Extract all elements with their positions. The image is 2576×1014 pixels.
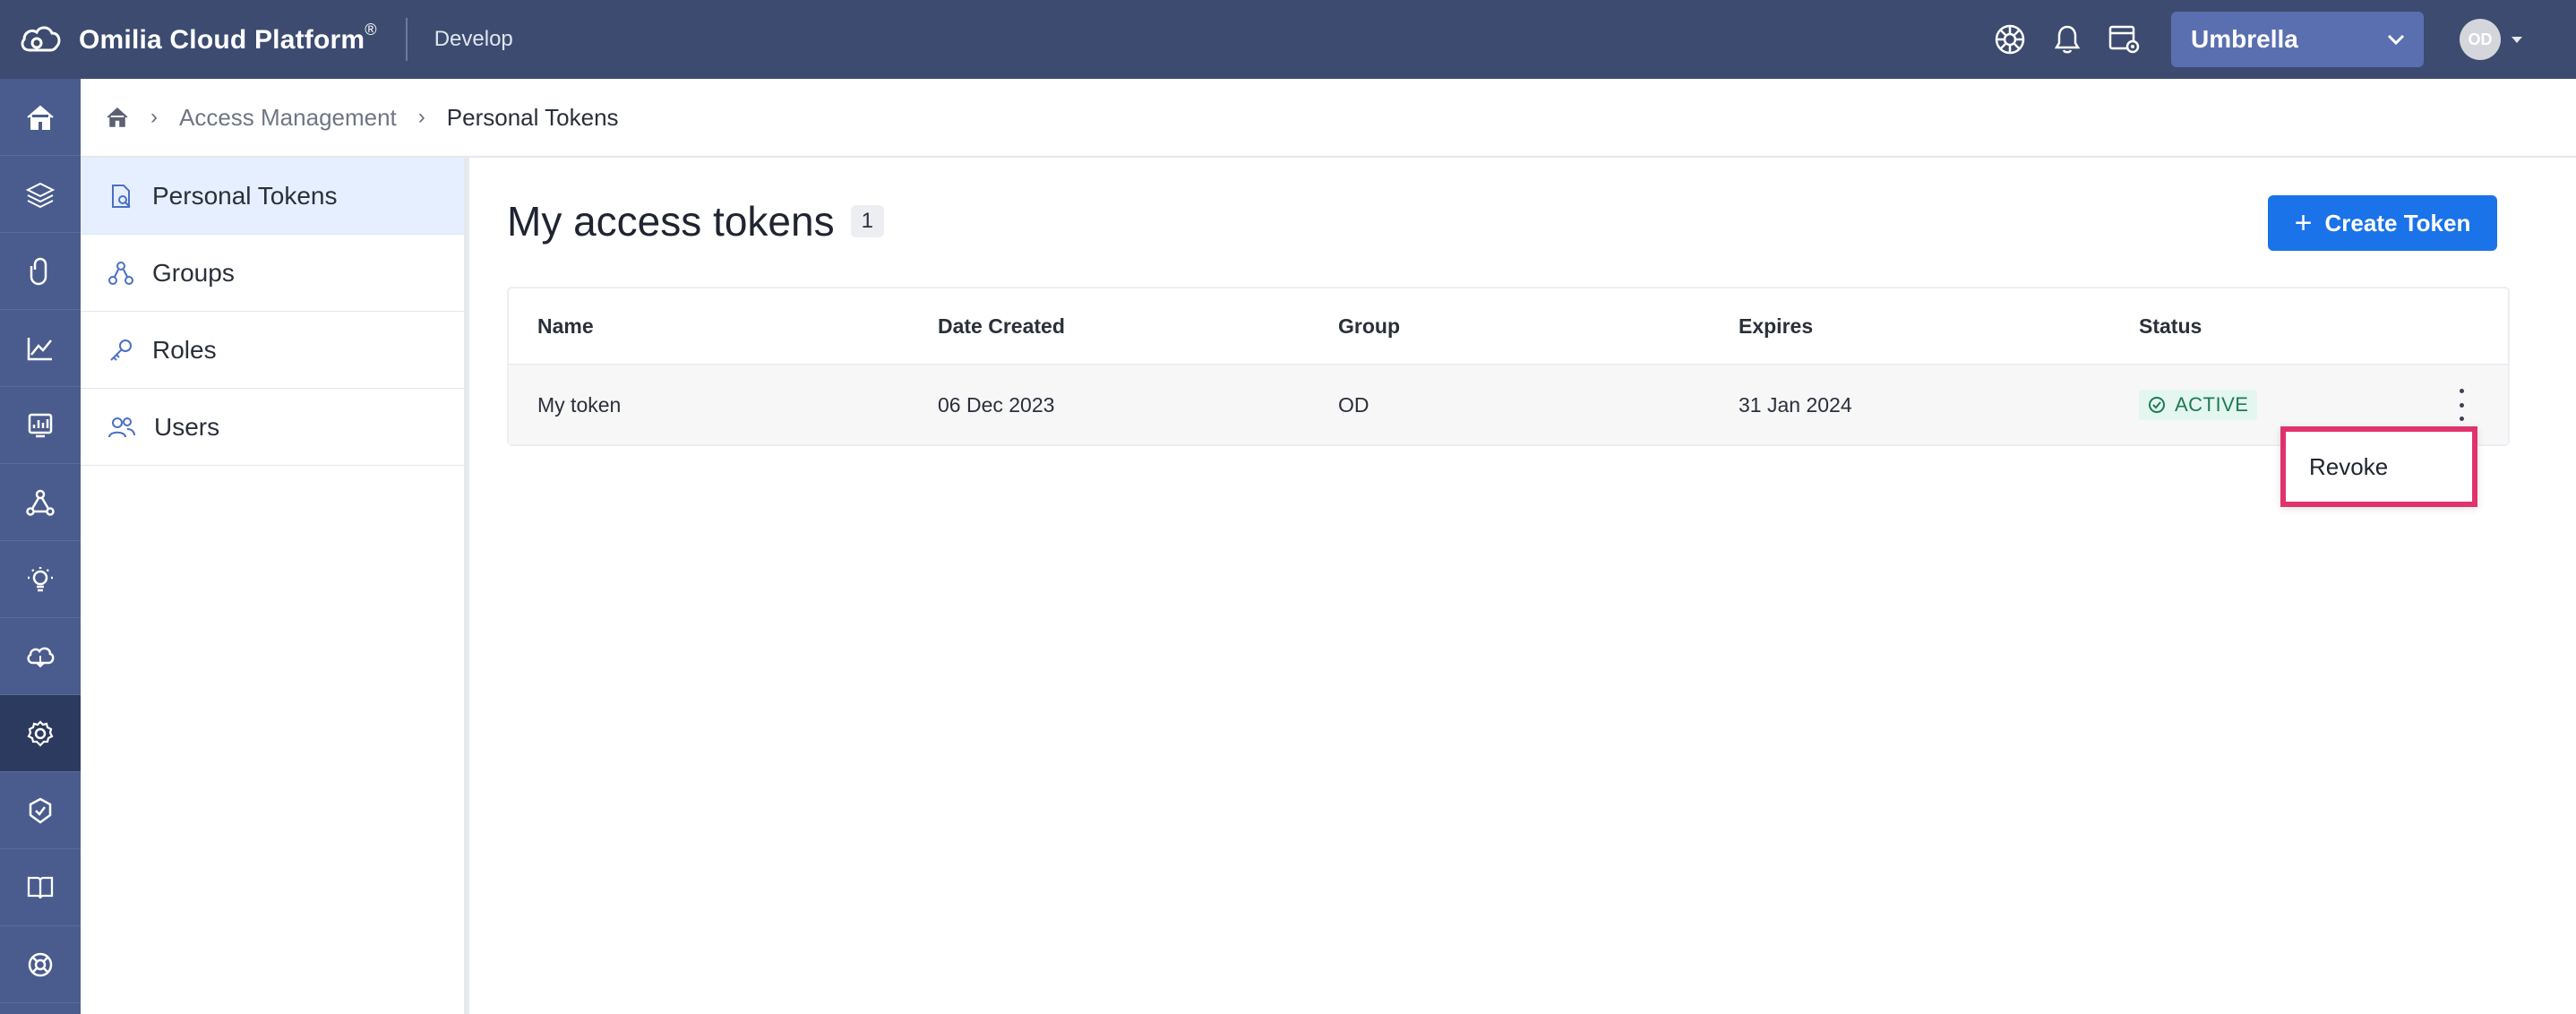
main-content: My access tokens 1 + Create Token Name D… xyxy=(469,158,2576,1014)
groups-icon xyxy=(108,261,133,285)
rail-analytics[interactable] xyxy=(0,310,81,387)
topbar-actions: Umbrella OD xyxy=(1990,0,2576,79)
org-select-value: Umbrella xyxy=(2191,25,2298,53)
users-icon xyxy=(108,417,135,437)
chevron-right-icon: › xyxy=(150,105,158,129)
home-icon xyxy=(27,105,54,130)
breadcrumb: › Access Management › Personal Tokens xyxy=(81,79,2576,158)
subnav-label: Roles xyxy=(152,335,217,364)
check-circle-icon xyxy=(2149,397,2165,413)
token-count-badge: 1 xyxy=(850,205,884,237)
subnav-label: Groups xyxy=(152,258,235,287)
row-actions-kebab-icon[interactable] xyxy=(2452,389,2470,421)
home-icon[interactable] xyxy=(106,107,129,128)
key-icon xyxy=(110,339,132,361)
create-token-button[interactable]: + Create Token xyxy=(2268,195,2497,251)
column-header-name: Name xyxy=(537,314,594,338)
table-header-row: Name Date Created Group Expires Status xyxy=(509,288,2508,365)
avatar: OD xyxy=(2460,19,2501,60)
rail-cloud[interactable] xyxy=(0,618,81,695)
subnav-item-roles[interactable]: Roles xyxy=(81,312,464,389)
column-header-date-created: Date Created xyxy=(938,314,1065,338)
topbar-divider xyxy=(405,18,408,61)
create-token-label: Create Token xyxy=(2324,209,2471,236)
calendar-settings-icon[interactable] xyxy=(2105,20,2144,59)
subnav-label: Personal Tokens xyxy=(152,181,338,210)
tokens-table: Name Date Created Group Expires Status M… xyxy=(507,287,2510,446)
token-date-created: 06 Dec 2023 xyxy=(938,392,1055,417)
app-name: Omilia Cloud Platform® xyxy=(79,20,377,56)
table-row[interactable]: My token 06 Dec 2023 OD 31 Jan 2024 ACTI… xyxy=(509,365,2508,444)
rail-home[interactable] xyxy=(0,79,81,156)
rail-layers[interactable] xyxy=(0,156,81,233)
subnav-item-users[interactable]: Users xyxy=(81,389,464,466)
rail-security[interactable] xyxy=(0,772,81,849)
subnav-item-groups[interactable]: Groups xyxy=(81,235,464,312)
settings-icon xyxy=(27,719,54,747)
token-name: My token xyxy=(537,392,622,417)
row-actions-menu: Revoke xyxy=(2280,426,2477,507)
top-bar: Omilia Cloud Platform® Develop Umbrella … xyxy=(0,0,2576,79)
cloud-icon xyxy=(27,647,55,667)
rail-network[interactable] xyxy=(0,464,81,541)
rail-monitor[interactable] xyxy=(0,387,81,464)
column-header-status: Status xyxy=(2139,314,2202,338)
app-name-text: Omilia Cloud Platform xyxy=(79,24,365,55)
layers-icon xyxy=(26,182,55,208)
rail-settings[interactable] xyxy=(0,695,81,772)
page-title: My access tokens xyxy=(507,198,835,245)
chevron-down-icon xyxy=(2387,34,2405,46)
token-expires: 31 Jan 2024 xyxy=(1739,392,1852,417)
lifebuoy-icon xyxy=(28,952,53,976)
chart-icon xyxy=(27,337,52,360)
token-icon xyxy=(112,184,131,208)
bulb-icon xyxy=(28,566,53,591)
brand[interactable]: Omilia Cloud Platform® xyxy=(0,0,377,79)
rail-docs[interactable] xyxy=(0,849,81,926)
org-select[interactable]: Umbrella xyxy=(2171,12,2424,67)
token-group: OD xyxy=(1338,392,1370,417)
network-icon xyxy=(26,489,55,516)
clip-icon xyxy=(30,257,47,285)
bell-icon[interactable] xyxy=(2048,20,2087,59)
book-icon xyxy=(27,876,54,898)
page-header: My access tokens 1 xyxy=(507,197,884,245)
user-menu[interactable]: OD xyxy=(2460,19,2522,60)
status-text: ACTIVE xyxy=(2175,393,2249,416)
environment-label: Develop xyxy=(434,27,513,51)
subnav-item-personal-tokens[interactable]: Personal Tokens xyxy=(81,158,464,235)
column-header-expires: Expires xyxy=(1739,314,1814,338)
access-management-nav: Personal Tokens Groups Roles Users xyxy=(81,158,469,1014)
plus-icon: + xyxy=(2294,206,2313,240)
chevron-right-icon: › xyxy=(417,105,425,129)
rail-insights[interactable] xyxy=(0,541,81,618)
monitor-icon xyxy=(28,413,53,437)
shield-gear-icon xyxy=(29,797,52,824)
cloud-logo-icon xyxy=(18,17,63,62)
helm-icon[interactable] xyxy=(1990,20,2030,59)
column-header-group: Group xyxy=(1338,314,1400,338)
token-status-cell: ACTIVE xyxy=(2110,390,2406,420)
rail-clip[interactable] xyxy=(0,233,81,310)
registered-mark: ® xyxy=(365,20,377,39)
breadcrumb-current: Personal Tokens xyxy=(446,103,619,131)
subnav-empty-area xyxy=(81,466,464,1014)
caret-down-icon xyxy=(2512,36,2522,43)
status-badge: ACTIVE xyxy=(2139,390,2258,420)
revoke-menu-item[interactable]: Revoke xyxy=(2309,453,2388,481)
subnav-label: Users xyxy=(154,412,220,441)
breadcrumb-access-management[interactable]: Access Management xyxy=(179,104,397,132)
left-rail xyxy=(0,79,81,1014)
rail-support[interactable] xyxy=(0,926,81,1003)
